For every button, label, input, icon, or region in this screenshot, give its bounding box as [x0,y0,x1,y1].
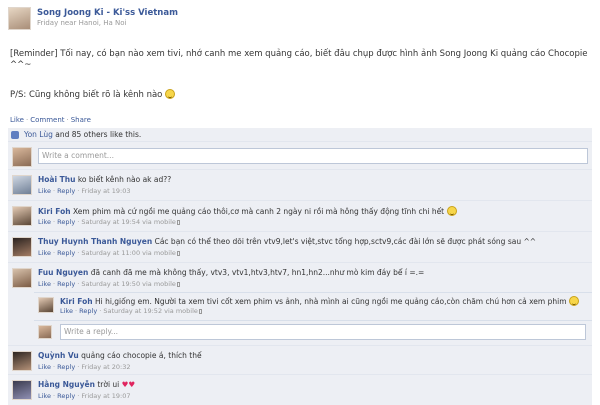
comment-timestamp: · Friday at 20:32 [75,363,131,371]
reply-timestamp: · Saturday at 19:52 via mobile [97,307,198,315]
liker-name[interactable]: Yon Lùg [24,130,53,139]
comments-section: Yon Lùg and 85 others like this. Write a… [8,128,592,405]
comment-meta: Like · Reply · Friday at 19:03 [38,187,131,195]
post-actions: Like · Comment · Share [10,116,91,124]
reply-body: Hi hi,giống em. Người ta xem tivi cốt xe… [92,297,567,306]
reply-reply-link[interactable]: Reply [79,307,97,315]
reply-input[interactable]: Write a reply... [60,324,586,340]
mobile-icon [176,220,180,225]
share-link[interactable]: Share [71,116,91,124]
smile-emoji-icon [165,89,176,99]
comment-input-placeholder: Write a comment... [42,151,114,160]
commenter-avatar[interactable] [12,351,32,371]
comment-reply-link[interactable]: Reply [57,392,75,400]
comment-reply-link[interactable]: Reply [57,363,75,371]
comment-item: Quỳnh Vu quảng cáo chocopie á, thích thế… [8,347,592,375]
comment-meta: Like · Reply · Saturday at 11:00 via mob… [38,249,181,257]
comment-body: đã canh đã me mà không thấy, vtv3, vtv1,… [88,268,425,277]
comment-text: Hoài Thu ko biết kênh nào ak ad?? [38,175,171,184]
reply-like-link[interactable]: Like [60,307,73,315]
comment-reply-link[interactable]: Reply [57,187,75,195]
post-timestamp: Friday near Hanoi, Ha Noi [37,19,127,27]
commenter-name[interactable]: Quỳnh Vu [38,351,79,360]
commenter-name[interactable]: Hằng Nguyễn [38,380,95,389]
comment-item: Hoài Thu ko biết kênh nào ak ad?? Like ·… [8,171,592,201]
comment-input[interactable]: Write a comment... [38,148,588,164]
comment-like-link[interactable]: Like [38,280,51,288]
likes-count-text: and 85 others like this. [52,130,142,139]
reply-composer: Write a reply... [34,320,592,344]
comment-meta: Like · Reply · Friday at 19:07 [38,392,131,400]
smile-emoji-icon [446,206,457,216]
comment-item: Hằng Nguyễn trời ui ♥♥ Like · Reply · Fr… [8,376,592,405]
comment-item: Fuu Nguyen đã canh đã me mà không thấy, … [8,264,592,346]
post-ps-text: P/S: Cũng không biết rõ là kênh nào [10,90,163,100]
comment-timestamp: · Saturday at 11:00 via mobile [75,249,176,257]
comment-reply-link[interactable]: Reply [57,280,75,288]
comment-meta: Like · Reply · Friday at 20:32 [38,363,131,371]
thumbs-up-icon [11,131,19,139]
comment-like-link[interactable]: Like [38,363,51,371]
viewer-avatar [12,147,32,167]
comment-item: Thuy Huynh Thanh Nguyen Các bạn có thể t… [8,233,592,263]
comment-timestamp: · Saturday at 19:54 via mobile [75,218,176,226]
comment-text: Quỳnh Vu quảng cáo chocopie á, thích thế [38,351,202,360]
smile-emoji-icon [568,296,579,306]
comment-like-link[interactable]: Like [38,187,51,195]
comment-body: trời ui [94,380,120,389]
commenter-avatar[interactable] [12,268,32,288]
comment-reply-link[interactable]: Reply [57,218,75,226]
mobile-icon [198,309,202,314]
commenter-name[interactable]: Hoài Thu [38,175,75,184]
comment-text: Thuy Huynh Thanh Nguyen Các bạn có thể t… [38,237,536,246]
comment-body: Các bạn có thể theo dõi trên vtv9,let's … [152,237,537,246]
likes-summary: Yon Lùg and 85 others like this. [24,130,141,139]
comment-meta: Like · Reply · Saturday at 19:54 via mob… [38,218,181,226]
comment-like-link[interactable]: Like [38,249,51,257]
commenter-name[interactable]: Thuy Huynh Thanh Nguyen [38,237,152,246]
comment-timestamp: · Friday at 19:07 [75,392,131,400]
post-author-name[interactable]: Song Joong Ki - Ki'ss Vietnam [37,8,178,18]
commenter-avatar[interactable] [12,237,32,257]
comment-item: Kiri Foh Xem phim mà cứ ngồi me quảng cá… [8,202,592,232]
mobile-icon [176,282,180,287]
comment-composer: Write a comment... [8,143,592,170]
comment-text: Hằng Nguyễn trời ui ♥♥ [38,380,135,389]
like-link[interactable]: Like [10,116,24,124]
commenter-avatar[interactable] [12,206,32,226]
reply-input-placeholder: Write a reply... [64,327,119,336]
comment-body: Xem phim mà cứ ngồi me quảng cáo thôi,cơ… [70,207,445,216]
comment-body: quảng cáo chocopie á, thích thế [78,351,202,360]
commenter-name[interactable]: Fuu Nguyen [38,268,88,277]
comment-link[interactable]: Comment [30,116,64,124]
post-ps: P/S: Cũng không biết rõ là kênh nào [10,89,176,100]
reply-meta: Like · Reply · Saturday at 19:52 via mob… [60,307,203,315]
reply-item: Kiri Foh Hi hi,giống em. Người ta xem ti… [34,292,592,319]
post-body: [Reminder] Tối nay, có bạn nào xem tivi,… [10,49,588,70]
comment-text: Fuu Nguyen đã canh đã me mà không thấy, … [38,268,424,277]
replier-name[interactable]: Kiri Foh [60,297,93,306]
mobile-icon [176,251,180,256]
comment-reply-link[interactable]: Reply [57,249,75,257]
commenter-name[interactable]: Kiri Foh [38,207,71,216]
comment-body: ko biết kênh nào ak ad?? [75,175,172,184]
post-author-avatar[interactable] [8,7,31,30]
comment-timestamp: · Saturday at 19:50 via mobile [75,280,176,288]
comment-like-link[interactable]: Like [38,218,51,226]
reply-text: Kiri Foh Hi hi,giống em. Người ta xem ti… [60,296,579,306]
commenter-avatar[interactable] [12,175,32,195]
commenter-avatar[interactable] [12,380,32,400]
replier-avatar[interactable] [38,297,54,313]
comment-meta: Like · Reply · Saturday at 19:50 via mob… [38,280,181,288]
heart-icon: ♥ [128,380,136,389]
comment-timestamp: · Friday at 19:03 [75,187,131,195]
likes-row: Yon Lùg and 85 others like this. [8,128,592,142]
comment-text: Kiri Foh Xem phim mà cứ ngồi me quảng cá… [38,206,457,216]
viewer-avatar [38,325,52,339]
comment-like-link[interactable]: Like [38,392,51,400]
